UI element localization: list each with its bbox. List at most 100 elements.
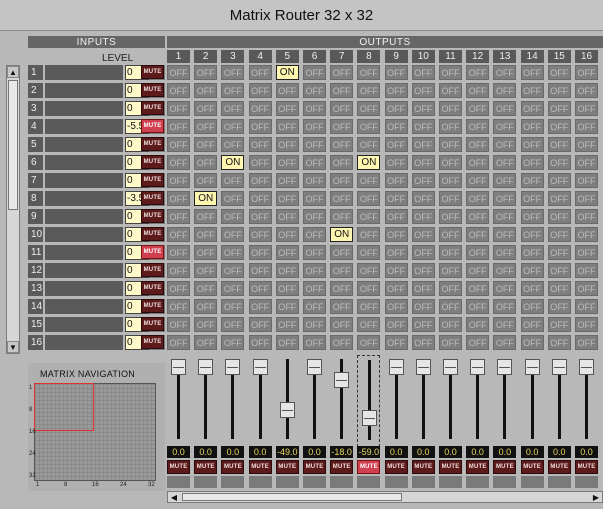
matrix-cell[interactable]: OFF [520,191,544,206]
matrix-cell[interactable]: OFF [547,83,571,98]
matrix-cell[interactable]: OFF [493,173,517,188]
matrix-cell[interactable]: OFF [547,101,571,116]
matrix-cell[interactable]: OFF [466,191,490,206]
matrix-cell[interactable]: OFF [384,263,408,278]
matrix-cell[interactable]: OFF [357,101,381,116]
matrix-cell[interactable]: OFF [575,281,598,296]
fader-knob[interactable] [443,359,458,375]
matrix-cell[interactable]: OFF [493,119,517,134]
matrix-cell[interactable]: OFF [275,119,299,134]
matrix-cell[interactable]: OFF [303,65,326,80]
matrix-cell[interactable]: OFF [547,191,571,206]
matrix-cell[interactable]: OFF [439,299,462,314]
matrix-cell[interactable]: OFF [439,173,462,188]
output-fader[interactable] [357,355,381,447]
input-mute-button[interactable]: MUTE [141,119,164,133]
matrix-cell[interactable]: OFF [275,227,299,242]
matrix-cell[interactable]: OFF [520,299,544,314]
matrix-cell[interactable]: OFF [439,137,462,152]
matrix-cell[interactable]: OFF [330,83,354,98]
matrix-cell[interactable]: OFF [275,101,299,116]
matrix-cell[interactable]: OFF [330,173,354,188]
matrix-cell[interactable]: OFF [357,281,381,296]
matrix-cell[interactable]: OFF [439,83,462,98]
input-name-field[interactable] [45,227,123,242]
matrix-cell[interactable]: OFF [493,83,517,98]
matrix-cell[interactable]: OFF [303,119,326,134]
matrix-cell[interactable]: OFF [303,83,326,98]
matrix-cell[interactable]: OFF [330,281,354,296]
input-mute-button[interactable]: MUTE [141,191,164,205]
matrix-cell[interactable]: ON [221,155,245,170]
matrix-cell[interactable]: OFF [384,317,408,332]
matrix-cell[interactable]: OFF [167,209,190,224]
output-name-field[interactable] [167,476,190,488]
fader-knob[interactable] [171,359,186,375]
input-name-field[interactable] [45,245,123,260]
matrix-cell[interactable]: OFF [411,335,435,350]
matrix-cell[interactable]: OFF [221,281,245,296]
input-name-field[interactable] [45,119,123,134]
matrix-cell[interactable]: OFF [466,155,490,170]
output-mute-button[interactable]: MUTE [520,460,544,474]
fader-knob[interactable] [252,359,268,375]
matrix-cell[interactable]: OFF [248,299,272,314]
matrix-cell[interactable]: OFF [439,209,462,224]
input-name-field[interactable] [45,155,123,170]
matrix-cell[interactable]: OFF [575,65,598,80]
matrix-cell[interactable]: OFF [248,245,272,260]
matrix-cell[interactable]: OFF [493,191,517,206]
matrix-cell[interactable]: OFF [547,281,571,296]
matrix-cell[interactable]: OFF [330,137,354,152]
output-fader[interactable] [439,355,462,447]
scroll-left-icon[interactable]: ◀ [168,492,180,502]
output-mute-button[interactable]: MUTE [575,460,598,474]
input-name-field[interactable] [45,317,123,332]
matrix-cell[interactable]: OFF [520,155,544,170]
output-fader[interactable] [249,355,272,447]
matrix-cell[interactable]: OFF [384,281,408,296]
matrix-cell[interactable]: OFF [303,263,326,278]
matrix-cell[interactable]: OFF [520,83,544,98]
matrix-cell[interactable]: OFF [411,173,435,188]
matrix-cell[interactable]: OFF [248,281,272,296]
matrix-cell[interactable]: OFF [303,317,326,332]
matrix-cell[interactable]: OFF [411,317,435,332]
input-mute-button[interactable]: MUTE [141,245,164,259]
input-mute-button[interactable]: MUTE [141,227,164,241]
matrix-cell[interactable]: OFF [520,245,544,260]
matrix-cell[interactable]: OFF [248,263,272,278]
fader-knob[interactable] [470,359,486,375]
matrix-cell[interactable]: OFF [167,191,190,206]
matrix-cell[interactable]: OFF [167,245,190,260]
output-name-field[interactable] [221,476,245,488]
input-name-field[interactable] [45,281,123,296]
matrix-cell[interactable]: OFF [575,227,598,242]
matrix-cell[interactable]: OFF [411,101,435,116]
matrix-cell[interactable]: OFF [275,155,299,170]
matrix-cell[interactable]: OFF [439,191,462,206]
output-name-field[interactable] [411,476,435,488]
matrix-cell[interactable]: OFF [248,209,272,224]
matrix-cell[interactable]: ON [357,155,381,170]
matrix-cell[interactable]: OFF [520,209,544,224]
output-fader[interactable] [303,355,326,447]
matrix-cell[interactable]: OFF [167,65,190,80]
input-name-field[interactable] [45,335,123,350]
matrix-cell[interactable]: OFF [167,137,190,152]
matrix-cell[interactable]: OFF [411,209,435,224]
matrix-cell[interactable]: OFF [357,137,381,152]
matrix-cell[interactable]: OFF [194,245,218,260]
horizontal-scroll-thumb[interactable] [182,493,402,501]
input-name-field[interactable] [45,65,123,80]
matrix-cell[interactable]: OFF [575,209,598,224]
output-name-field[interactable] [357,476,381,488]
matrix-cell[interactable]: OFF [167,83,190,98]
matrix-cell[interactable]: OFF [194,83,218,98]
output-mute-button[interactable]: MUTE [384,460,408,474]
matrix-cell[interactable]: OFF [357,263,381,278]
fader-knob[interactable] [579,359,594,375]
output-mute-button[interactable]: MUTE [275,460,299,474]
matrix-cell[interactable]: OFF [275,191,299,206]
output-mute-button[interactable]: MUTE [248,460,272,474]
